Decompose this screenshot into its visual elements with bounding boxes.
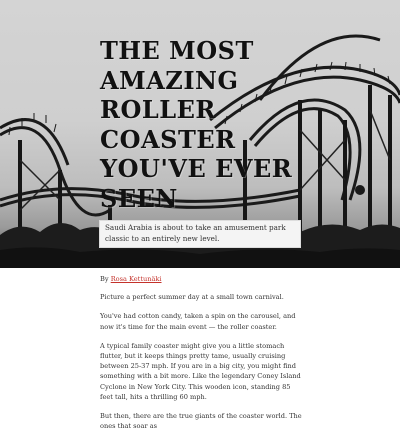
hero-banner: THE MOST AMAZING ROLLER COASTER YOU'VE E… [0,0,400,268]
author-link[interactable]: Rosa Kettunäki [111,275,162,283]
paragraph: You've had cotton candy, taken a spin on… [100,312,296,331]
title-line: THE MOST [100,36,254,65]
paragraph: But then, there are the true giants of t… [100,412,302,431]
article-body: By Rosa Kettunäki Picture a perfect summ… [100,272,302,440]
title-line: COASTER [100,124,236,154]
subtitle: Saudi Arabia is about to take an amuseme… [99,220,301,248]
byline-prefix: By [100,275,109,283]
page-title: THE MOST AMAZING ROLLER COASTER YOU'VE E… [100,36,320,213]
paragraph: Picture a perfect summer day at a small … [100,293,284,302]
title-line: SEEN [100,183,178,213]
paragraph: A typical family coaster might give you … [100,341,301,401]
byline: By Rosa Kettunäki [100,274,302,284]
title-line: YOU'VE EVER [100,154,293,183]
title-line: AMAZING [100,65,239,95]
title-line: ROLLER [100,95,216,124]
